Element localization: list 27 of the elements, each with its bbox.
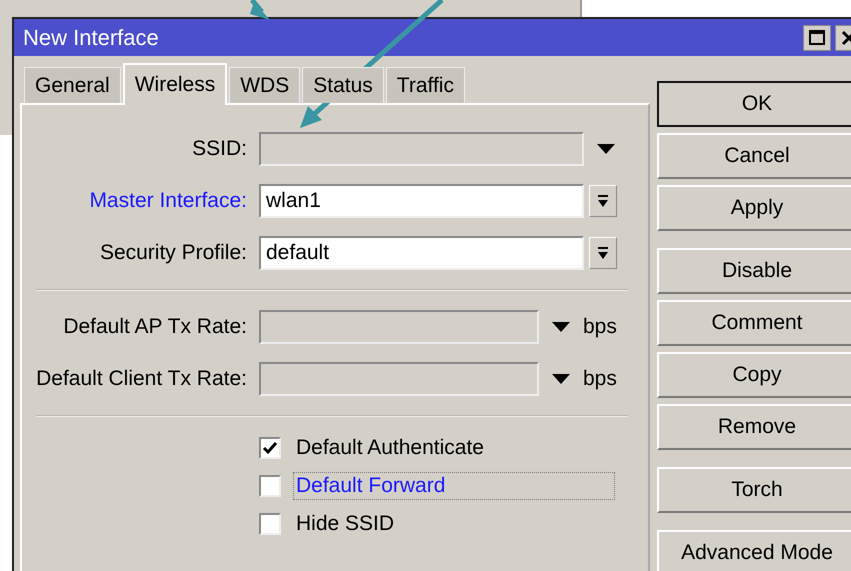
window-title: New Interface bbox=[23, 24, 159, 50]
unit-label: bps bbox=[583, 315, 617, 339]
dialog-button[interactable]: Disable bbox=[657, 248, 851, 294]
checkbox-label[interactable]: Default Authenticate bbox=[293, 434, 487, 462]
checkbox-label[interactable]: Default Forward bbox=[293, 472, 615, 500]
field-label: Default Client Tx Rate: bbox=[35, 367, 248, 391]
tab[interactable]: Traffic bbox=[386, 67, 465, 103]
dialog-button[interactable]: Advanced Mode bbox=[657, 530, 851, 571]
dialog-button[interactable]: Remove bbox=[657, 404, 851, 450]
tab[interactable]: Status bbox=[302, 67, 384, 103]
dialog-button[interactable]: Comment bbox=[657, 300, 851, 346]
dialog-button[interactable]: OK bbox=[657, 81, 851, 127]
field-label: Default AP Tx Rate: bbox=[62, 315, 248, 339]
dialog-button[interactable]: Copy bbox=[657, 352, 851, 398]
dialog-button[interactable]: Apply bbox=[657, 185, 851, 231]
field-label: Security Profile: bbox=[98, 241, 248, 265]
tab[interactable]: General bbox=[24, 67, 121, 103]
checkbox-label[interactable]: Hide SSID bbox=[293, 510, 398, 538]
tab[interactable]: WDS bbox=[229, 67, 300, 103]
input-field[interactable]: default bbox=[259, 236, 584, 270]
field-label: Master Interface: bbox=[88, 189, 248, 213]
unit-label: bps bbox=[583, 367, 617, 391]
dialog-button[interactable]: Cancel bbox=[657, 133, 851, 179]
input-field[interactable]: wlan1 bbox=[259, 184, 584, 218]
dialog-button[interactable]: Torch bbox=[657, 467, 851, 513]
field-label: SSID: bbox=[191, 137, 248, 161]
tab[interactable]: Wireless bbox=[122, 63, 228, 105]
